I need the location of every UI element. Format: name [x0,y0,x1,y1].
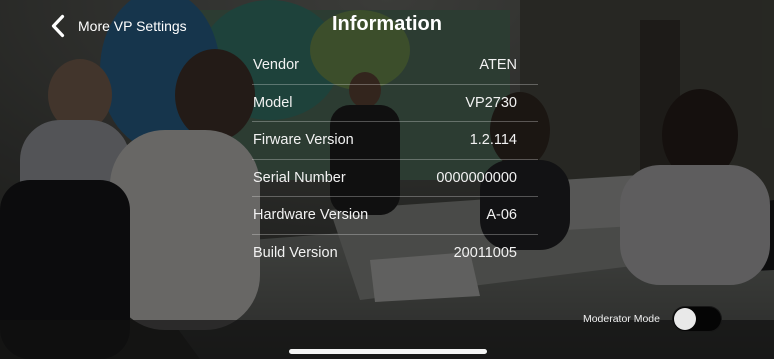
info-row: Model VP2730 [252,85,538,122]
info-value: A-06 [486,207,517,224]
info-list: Vendor ATEN Model VP2730 Firware Version 1.2.… [252,47,538,272]
info-label: Model [253,94,293,111]
info-label: Vendor [253,57,299,74]
info-value: ATEN [479,57,517,74]
info-row: Build Version 20011005 [252,235,538,273]
home-indicator [289,349,487,354]
info-value: 20011005 [453,245,517,262]
info-row: Firware Version 1.2.114 [252,122,538,160]
info-label: Firware Version [253,132,354,149]
header: More VP Settings Information [0,0,774,52]
moderator-mode-control: Moderator Mode [583,306,722,332]
info-row: Vendor ATEN [252,47,538,85]
info-label: Serial Number [253,169,346,186]
info-value: 0000000000 [436,169,517,186]
info-row: Serial Number 0000000000 [252,160,538,197]
info-row: Hardware Version A-06 [252,197,538,235]
moderator-mode-label: Moderator Mode [582,313,660,325]
moderator-mode-toggle[interactable] [672,306,722,332]
toggle-knob [674,308,696,330]
info-value: 1.2.114 [469,132,517,149]
page-title: Information [332,13,442,35]
info-label: Build Version [253,245,338,262]
info-value: VP2730 [465,94,517,111]
info-label: Hardware Version [253,207,369,224]
information-screen: More VP Settings Information Vendor ATEN M… [0,0,774,359]
